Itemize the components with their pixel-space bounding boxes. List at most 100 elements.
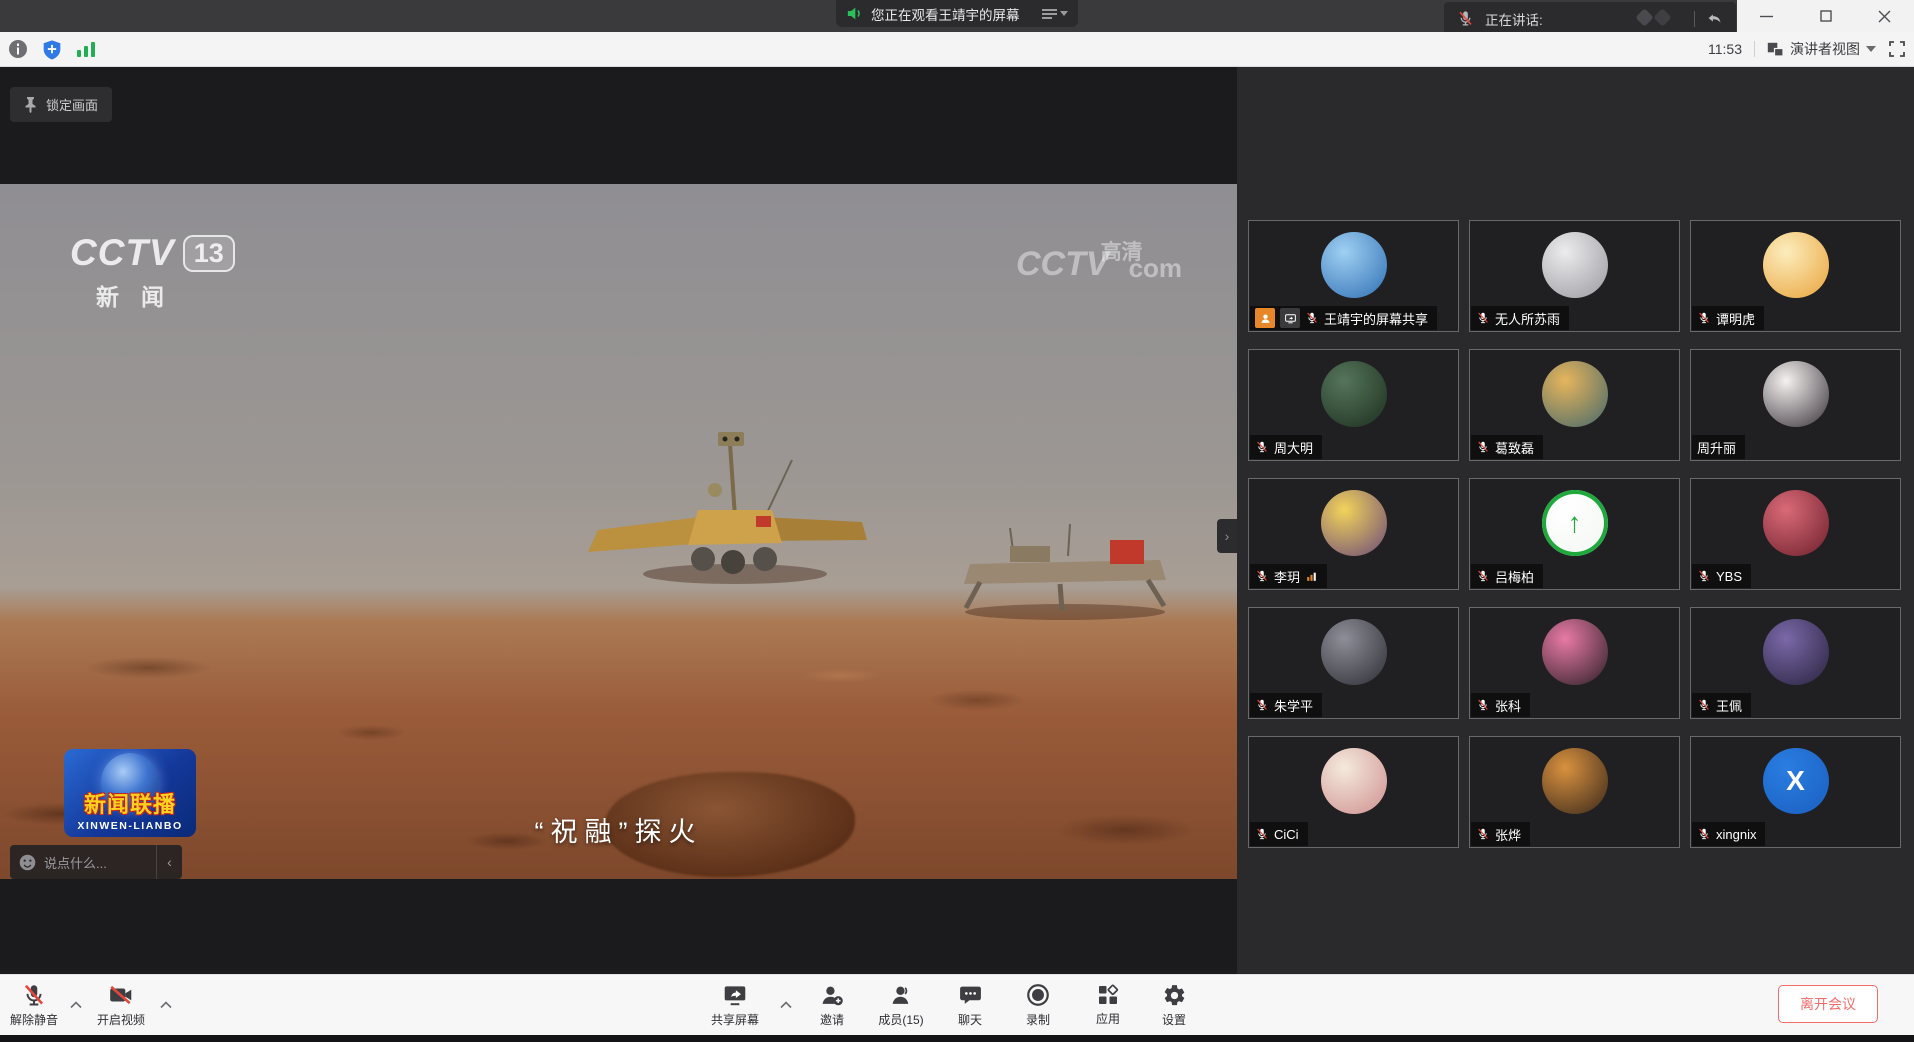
- emoji-icon[interactable]: [18, 853, 37, 872]
- mic-muted-icon: [1255, 440, 1269, 454]
- mic-muted-icon: [1697, 827, 1711, 841]
- apps-button[interactable]: 应用: [1078, 975, 1138, 1035]
- participant-avatar: [1321, 232, 1387, 298]
- unmute-label: 解除静音: [10, 1011, 58, 1028]
- share-screen-label: 共享屏幕: [711, 1011, 759, 1028]
- security-shield-icon[interactable]: [42, 39, 62, 60]
- cctv13-subtitle: 新闻: [96, 278, 235, 312]
- participant-avatar: [1321, 748, 1387, 814]
- maximize-button[interactable]: [1796, 0, 1855, 32]
- chat-input[interactable]: 说点什么...: [44, 853, 156, 872]
- participant-tile[interactable]: 张烨: [1469, 736, 1680, 848]
- screen-badge-icon: [1280, 308, 1300, 328]
- mic-muted-icon: [1697, 569, 1711, 583]
- participant-nameplate: 张科: [1471, 693, 1530, 717]
- caret-down-icon: [1866, 46, 1876, 52]
- unmute-button[interactable]: 解除静音: [2, 975, 66, 1035]
- bottom-edge-strip: [0, 1035, 1914, 1042]
- settings-label: 设置: [1162, 1011, 1186, 1028]
- mic-muted-icon: [1476, 827, 1490, 841]
- share-options-chevron[interactable]: [776, 975, 796, 1035]
- cctv-watermark: CCTV 高清 com: [1016, 236, 1182, 284]
- participant-nameplate: 无人所苏雨: [1471, 306, 1569, 330]
- news-caption: “祝融”探火: [535, 810, 703, 849]
- participant-tile[interactable]: 王佩: [1690, 607, 1901, 719]
- participant-name: CiCi: [1274, 827, 1299, 842]
- lock-view-button[interactable]: 锁定画面: [10, 87, 112, 122]
- video-options-chevron[interactable]: [156, 975, 176, 1035]
- apps-icon: [1096, 983, 1120, 1007]
- mic-muted-icon: [1697, 311, 1711, 325]
- participant-tile[interactable]: 张科: [1469, 607, 1680, 719]
- chat-button[interactable]: 聊天: [942, 975, 998, 1035]
- participant-tile[interactable]: 葛致磊: [1469, 349, 1680, 461]
- participant-nameplate: 朱学平: [1250, 693, 1322, 717]
- watching-label: 您正在观看王靖宇的屏幕: [871, 4, 1020, 24]
- participant-avatar: [1321, 361, 1387, 427]
- reply-arrow-icon[interactable]: [1705, 9, 1724, 28]
- participant-avatar: [1542, 748, 1608, 814]
- participant-avatar: [1763, 490, 1829, 556]
- chat-icon: [958, 983, 983, 1008]
- participant-avatar: [1542, 619, 1608, 685]
- mic-muted-icon: [1305, 311, 1319, 325]
- mars-rover-illustration: [560, 422, 880, 627]
- share-menu-button[interactable]: [1042, 8, 1068, 20]
- settings-button[interactable]: 设置: [1146, 975, 1202, 1035]
- participant-tile[interactable]: 周大明: [1248, 349, 1459, 461]
- participant-tile[interactable]: 朱学平: [1248, 607, 1459, 719]
- start-video-label: 开启视频: [97, 1011, 145, 1028]
- participant-name: 周升丽: [1697, 438, 1736, 457]
- mic-muted-icon: [21, 982, 47, 1008]
- shared-video-content: CCTV 13 新闻 CCTV 高清 com 新闻联播 XINWEN-LIANB…: [0, 184, 1237, 879]
- minimize-button[interactable]: [1737, 0, 1796, 32]
- participant-tile[interactable]: 谭明虎: [1690, 220, 1901, 332]
- participant-avatar: [1763, 361, 1829, 427]
- participant-tile[interactable]: Xxingnix: [1690, 736, 1901, 848]
- quick-chat-bar: 说点什么... ‹: [10, 845, 182, 879]
- view-mode-dropdown[interactable]: 演讲者视图: [1767, 39, 1876, 59]
- status-bar: 11:53 演讲者视图: [0, 32, 1914, 67]
- invite-button[interactable]: 邀请: [804, 975, 860, 1035]
- close-button[interactable]: [1855, 0, 1914, 32]
- program-title: 新闻联播: [84, 787, 176, 819]
- panel-collapse-handle[interactable]: ›: [1217, 519, 1237, 553]
- participant-avatar: [1542, 361, 1608, 427]
- participant-name: xingnix: [1716, 827, 1756, 842]
- window-controls: [1737, 0, 1914, 33]
- audio-options-chevron[interactable]: [66, 975, 86, 1035]
- participant-avatar: [1542, 232, 1608, 298]
- fullscreen-icon[interactable]: [1888, 40, 1906, 58]
- participant-tile[interactable]: ↑吕梅柏: [1469, 478, 1680, 590]
- record-button[interactable]: 录制: [1006, 975, 1070, 1035]
- chat-collapse-button[interactable]: ‹: [156, 845, 182, 879]
- participant-name: 张科: [1495, 696, 1521, 715]
- members-button[interactable]: 成员(15): [868, 975, 934, 1035]
- meeting-info-icon[interactable]: [8, 39, 28, 59]
- participant-name: 吕梅柏: [1495, 567, 1534, 586]
- speaking-panel: 正在讲话:: [1444, 2, 1736, 35]
- participant-tile[interactable]: YBS: [1690, 478, 1901, 590]
- participant-tile[interactable]: 王靖宇的屏幕共享: [1248, 220, 1459, 332]
- speaking-label: 正在讲话:: [1485, 9, 1543, 29]
- bottom-toolbar: 解除静音 开启视频 共享屏幕 邀请 成员(15) 聊天 录制: [0, 974, 1914, 1035]
- leave-meeting-button[interactable]: 离开会议: [1778, 985, 1878, 1023]
- participant-nameplate: 葛致磊: [1471, 435, 1543, 459]
- gear-icon: [1162, 983, 1187, 1008]
- share-screen-button[interactable]: 共享屏幕: [702, 975, 768, 1035]
- participant-avatar: [1763, 232, 1829, 298]
- participant-nameplate: 吕梅柏: [1471, 564, 1543, 588]
- user-badge-icon: [1255, 308, 1275, 328]
- mic-muted-icon: [1255, 569, 1269, 583]
- participant-tile[interactable]: 周升丽: [1690, 349, 1901, 461]
- members-label: 成员(15): [878, 1011, 923, 1028]
- start-video-button[interactable]: 开启视频: [86, 975, 156, 1035]
- participant-nameplate: 周升丽: [1692, 435, 1745, 459]
- network-quality-icon[interactable]: [76, 41, 96, 57]
- participant-tile[interactable]: 李玥: [1248, 478, 1459, 590]
- participant-tile[interactable]: CiCi: [1248, 736, 1459, 848]
- participant-avatar: [1763, 619, 1829, 685]
- mic-muted-icon: [1476, 698, 1490, 712]
- participant-tile[interactable]: 无人所苏雨: [1469, 220, 1680, 332]
- divider: [1694, 11, 1695, 27]
